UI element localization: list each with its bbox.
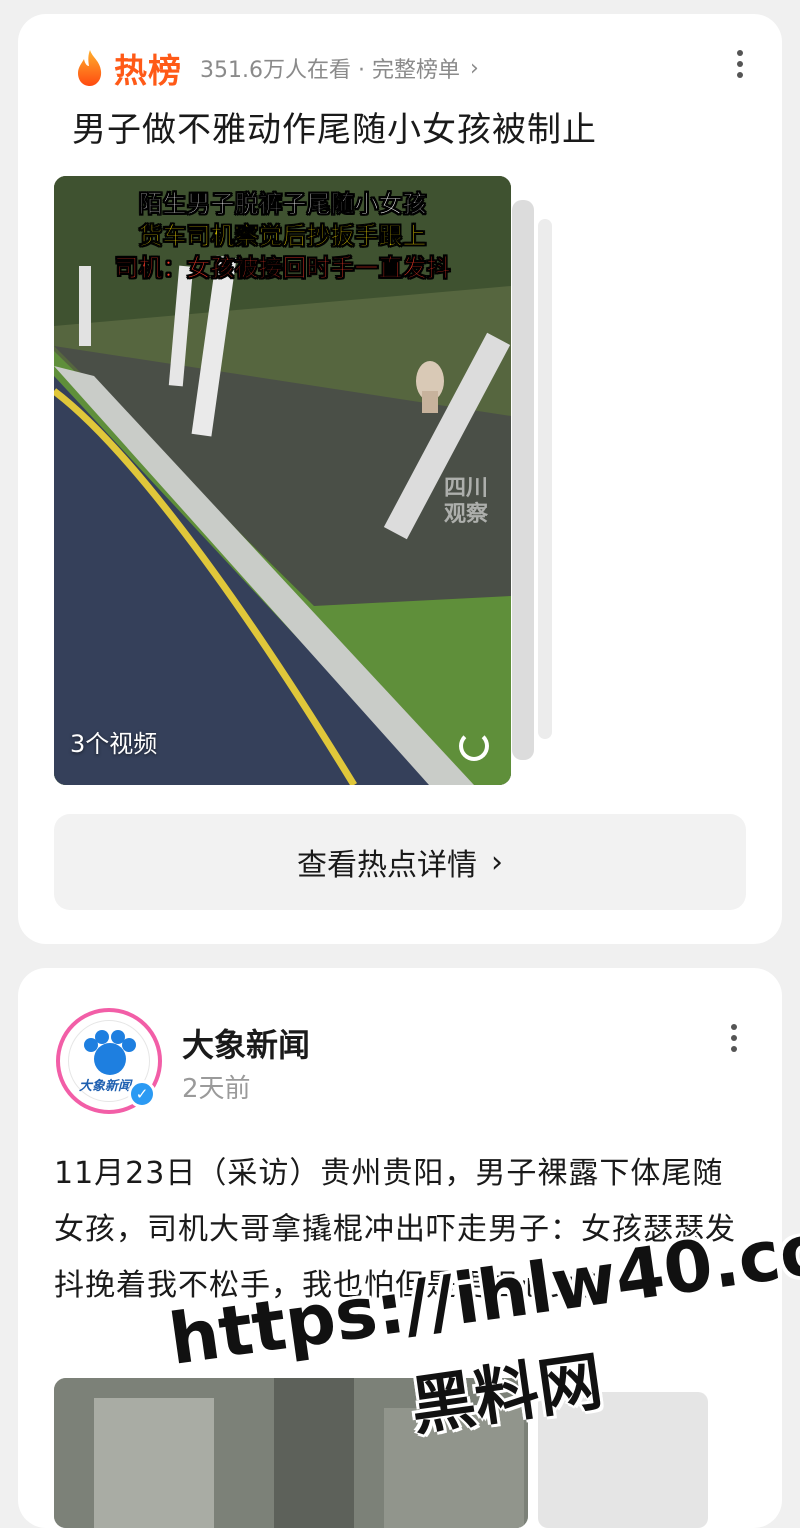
source-name[interactable]: 大象新闻 [182,1020,310,1066]
post-body-text[interactable]: 11月23日（采访）贵州贵阳，男子裸露下体尾随女孩，司机大哥拿撬棍冲出吓走男子：… [54,1146,744,1314]
chevron-right-icon: › [491,844,503,880]
post-image-secondary[interactable] [538,1392,708,1528]
hot-header: 热榜 351.6万人在看 · 完整榜单 › [74,44,479,92]
post-image[interactable] [54,1378,528,1528]
spinner-icon [459,731,489,761]
avatar-brand-text: 大象新闻 [79,1079,132,1094]
video-stack-middle [512,200,534,760]
channel-logo: 四川观察 [443,476,488,527]
video-caption-line-1: 陌生男子脱裤子尾随小女孩 [138,189,427,219]
video-stack-back [538,219,552,739]
full-list-link[interactable]: 351.6万人在看 · 完整榜单 › [200,52,479,84]
hot-list-label: 热榜 [114,51,182,90]
verified-icon: ✓ [128,1080,156,1108]
hot-topic-card[interactable]: 热榜 351.6万人在看 · 完整榜单 › 男子做不雅动作尾随小女孩被制止 陌生… [18,14,782,944]
news-post-card[interactable]: 大象新闻 ✓ 大象新闻 2天前 11月23日（采访）贵州贵阳，男子裸露下体尾随女… [18,968,782,1528]
video-thumbnail[interactable]: 陌生男子脱裤子尾随小女孩 货车司机察觉后抄扳手跟上 司机：女孩被接回时手一直发抖… [54,176,511,785]
video-count-label: 3个视频 [70,730,158,758]
viewers-count: 351.6万人在看 · 完整榜单 [200,58,460,83]
hot-headline[interactable]: 男子做不雅动作尾随小女孩被制止 [72,102,597,151]
view-hot-details-label: 查看热点详情 [297,848,477,883]
flame-icon [74,49,106,87]
post-time: 2天前 [182,1074,251,1104]
video-caption-line-3: 司机：女孩被接回时手一直发抖 [114,253,451,283]
avatar[interactable]: 大象新闻 ✓ [56,1008,162,1114]
video-caption-line-2: 货车司机察觉后抄扳手跟上 [138,221,427,251]
more-vertical-icon[interactable] [736,50,744,78]
view-hot-details-button[interactable]: 查看热点详情 › [54,814,746,910]
more-vertical-icon[interactable] [730,1024,738,1052]
chevron-right-icon: › [469,55,479,81]
